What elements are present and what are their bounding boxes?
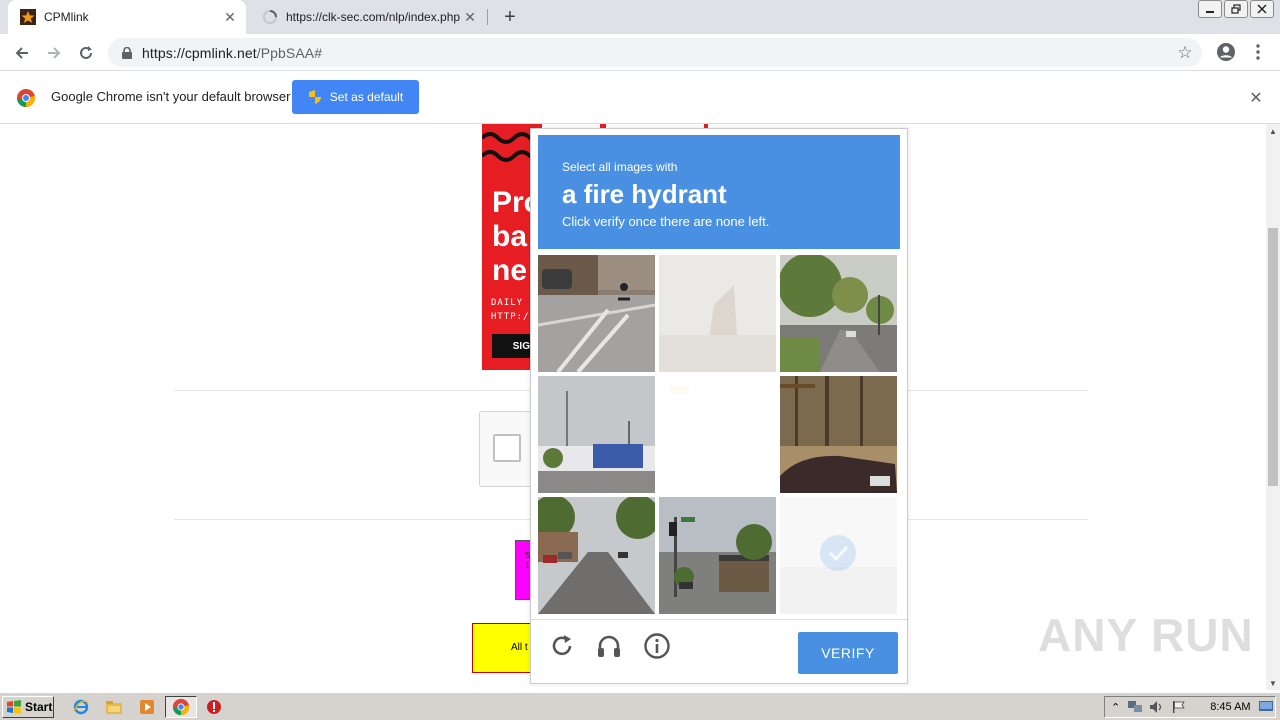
close-tab-icon[interactable]: ✕ xyxy=(460,7,480,27)
url-text: https://cpmlink.net/PpbSAA# xyxy=(142,45,322,61)
anyrun-watermark: ANY RUN xyxy=(1038,608,1254,662)
browser-menu-icon[interactable] xyxy=(1248,40,1268,64)
captcha-tile[interactable] xyxy=(538,255,655,372)
tab-separator xyxy=(487,9,488,25)
scroll-up-arrow-icon[interactable]: ▲ xyxy=(1266,124,1280,138)
captcha-tile[interactable] xyxy=(780,255,897,372)
recaptcha-checkbox[interactable] xyxy=(493,434,521,462)
prompt-line1: Select all images with xyxy=(562,160,678,174)
captcha-challenge-popup: Select all images with a fire hydrant Cl… xyxy=(530,128,908,684)
clock: 8:45 AM xyxy=(1210,701,1251,713)
captcha-tile[interactable] xyxy=(659,376,776,493)
url-host: https://cpmlink.net xyxy=(142,44,257,61)
loading-spinner-icon xyxy=(262,9,278,25)
restore-button[interactable] xyxy=(1224,0,1248,18)
network-icon[interactable] xyxy=(1128,701,1143,713)
captcha-tile[interactable] xyxy=(538,376,655,493)
tab-strip: CPMlink ✕ https://clk-sec.com/nlp/index.… xyxy=(0,0,1280,34)
windows-logo-icon xyxy=(7,700,21,714)
verify-button[interactable]: VERIFY xyxy=(798,632,898,674)
reload-button[interactable] xyxy=(72,39,100,67)
close-window-button[interactable] xyxy=(1250,0,1274,18)
internet-explorer-icon[interactable] xyxy=(72,698,90,716)
minimize-button[interactable] xyxy=(1198,0,1222,18)
scrollbar-thumb[interactable] xyxy=(1268,228,1278,486)
restore-icon xyxy=(1231,4,1241,14)
windows-taskbar: Start ⌃ 8:45 AM xyxy=(0,692,1280,720)
captcha-tile[interactable] xyxy=(538,497,655,614)
media-player-icon[interactable] xyxy=(138,698,156,716)
new-tab-button[interactable]: + xyxy=(498,5,522,29)
close-infobar-icon[interactable]: ✕ xyxy=(1246,88,1266,108)
default-browser-infobar: Google Chrome isn't your default browser… xyxy=(0,72,1280,124)
start-label: Start xyxy=(25,700,53,714)
volume-icon[interactable] xyxy=(1150,701,1164,713)
shield-icon xyxy=(308,90,321,104)
start-button[interactable]: Start xyxy=(2,696,54,718)
minimize-icon xyxy=(1206,11,1214,13)
chrome-logo-icon xyxy=(16,88,36,108)
captcha-tile[interactable] xyxy=(659,255,776,372)
forward-arrow-icon xyxy=(48,47,61,59)
back-arrow-icon xyxy=(15,47,28,59)
chrome-taskbar-button[interactable] xyxy=(165,696,197,718)
screen: CPMlink ✕ https://clk-sec.com/nlp/index.… xyxy=(0,0,1280,720)
infobar-message: Google Chrome isn't your default browser xyxy=(51,89,291,104)
flag-icon[interactable] xyxy=(1172,701,1186,713)
window-controls xyxy=(1198,0,1274,18)
info-icon[interactable] xyxy=(643,632,671,660)
lock-icon xyxy=(120,46,134,59)
file-explorer-icon[interactable] xyxy=(105,698,123,716)
set-as-default-label: Set as default xyxy=(329,90,404,104)
captcha-footer: VERIFY xyxy=(531,619,907,683)
back-button[interactable] xyxy=(8,39,36,67)
yellow-ad-text: All t xyxy=(511,642,528,653)
tab-title: https://clk-sec.com/nlp/index.php?a xyxy=(286,10,460,24)
audio-challenge-icon[interactable] xyxy=(595,632,623,660)
page-scrollbar[interactable]: ▲ ▼ xyxy=(1266,124,1280,690)
forward-button[interactable] xyxy=(40,39,68,67)
stop-sign-icon[interactable] xyxy=(205,698,223,716)
scroll-down-arrow-icon[interactable]: ▼ xyxy=(1266,676,1280,690)
captcha-tile[interactable] xyxy=(659,497,776,614)
captcha-tile-selected[interactable] xyxy=(780,497,897,614)
browser-toolbar: https://cpmlink.net/PpbSAA# ☆ xyxy=(0,34,1280,71)
prompt-target: a fire hydrant xyxy=(562,179,727,209)
close-icon xyxy=(1257,4,1267,14)
reload-challenge-icon[interactable] xyxy=(548,632,576,660)
chrome-icon xyxy=(172,698,190,716)
captcha-tile[interactable] xyxy=(780,376,897,493)
tab-title: CPMlink xyxy=(44,10,89,24)
show-desktop-icon[interactable] xyxy=(1258,701,1273,713)
reload-icon xyxy=(80,46,92,59)
system-tray: ⌃ 8:45 AM xyxy=(1104,696,1276,718)
close-tab-icon[interactable]: ✕ xyxy=(220,7,240,27)
prompt-instructions: Click verify once there are none left. xyxy=(562,214,770,229)
watermark-text: ANY RUN xyxy=(1038,609,1254,661)
tab-clk-sec[interactable]: https://clk-sec.com/nlp/index.php?a ✕ xyxy=(250,0,486,34)
bookmark-star-icon[interactable]: ☆ xyxy=(1174,42,1196,64)
cpmlink-favicon-icon xyxy=(20,9,36,25)
tray-expand-icon[interactable]: ⌃ xyxy=(1111,701,1120,714)
url-path: /PpbSAA# xyxy=(256,44,323,61)
captcha-prompt-header: Select all images with a fire hydrant Cl… xyxy=(538,135,900,249)
set-as-default-button[interactable]: Set as default xyxy=(292,80,419,114)
address-bar[interactable]: https://cpmlink.net/PpbSAA# ☆ xyxy=(108,38,1202,67)
checkmark-icon xyxy=(820,535,856,571)
profile-avatar-icon[interactable] xyxy=(1214,40,1238,64)
tab-cpmlink[interactable]: CPMlink ✕ xyxy=(8,0,246,34)
